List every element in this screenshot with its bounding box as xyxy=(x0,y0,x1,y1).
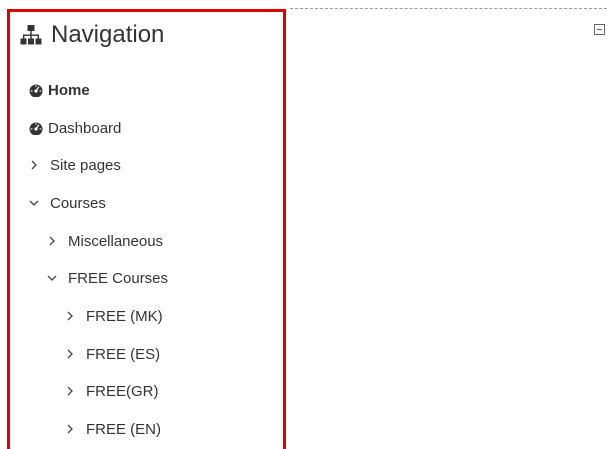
chevron-right-icon[interactable] xyxy=(65,311,75,321)
nav-item-label: FREE (EN) xyxy=(86,420,161,438)
dock-block-icon[interactable] xyxy=(594,22,605,35)
chevron-right-icon[interactable] xyxy=(65,386,75,396)
navigation-title-text: Navigation xyxy=(51,21,165,48)
chevron-down-icon[interactable] xyxy=(29,199,39,207)
nav-item-label: Courses xyxy=(50,194,106,212)
nav-item-label: Site pages xyxy=(50,156,121,174)
nav-item-free-mk[interactable]: FREE (MK) xyxy=(65,305,163,327)
chevron-right-icon[interactable] xyxy=(47,236,57,246)
nav-item-free-en[interactable]: FREE (EN) xyxy=(65,418,161,440)
nav-item-free-courses[interactable]: FREE Courses xyxy=(47,267,168,289)
chevron-right-icon[interactable] xyxy=(65,349,75,359)
nav-item-label: Home xyxy=(48,81,90,99)
nav-item-label: FREE (MK) xyxy=(86,307,163,325)
nav-item-dashboard[interactable]: Dashboard xyxy=(28,117,121,139)
nav-item-label: Miscellaneous xyxy=(68,232,164,250)
chevron-right-icon[interactable] xyxy=(65,424,75,434)
dashboard-gauge-icon xyxy=(28,83,44,97)
chevron-down-icon[interactable] xyxy=(47,274,57,282)
sitemap-icon xyxy=(20,25,42,45)
nav-item-label: Dashboard xyxy=(48,119,122,137)
nav-item-label: FREE(GR) xyxy=(86,382,159,400)
nav-item-free-es[interactable]: FREE (ES) xyxy=(65,343,160,365)
block-region-border xyxy=(290,8,607,9)
dashboard-gauge-icon xyxy=(28,121,44,135)
nav-item-site-pages[interactable]: Site pages xyxy=(29,154,121,176)
nav-item-label: FREE (ES) xyxy=(86,345,161,363)
nav-item-miscellaneous[interactable]: Miscellaneous xyxy=(47,230,163,252)
nav-item-home[interactable]: Home xyxy=(28,79,90,101)
nav-item-label: FREE Courses xyxy=(68,269,169,287)
navigation-block-title: Navigation xyxy=(20,20,164,50)
nav-item-courses[interactable]: Courses xyxy=(29,192,106,214)
nav-item-free-gr[interactable]: FREE(GR) xyxy=(65,380,159,402)
chevron-right-icon[interactable] xyxy=(29,160,39,170)
